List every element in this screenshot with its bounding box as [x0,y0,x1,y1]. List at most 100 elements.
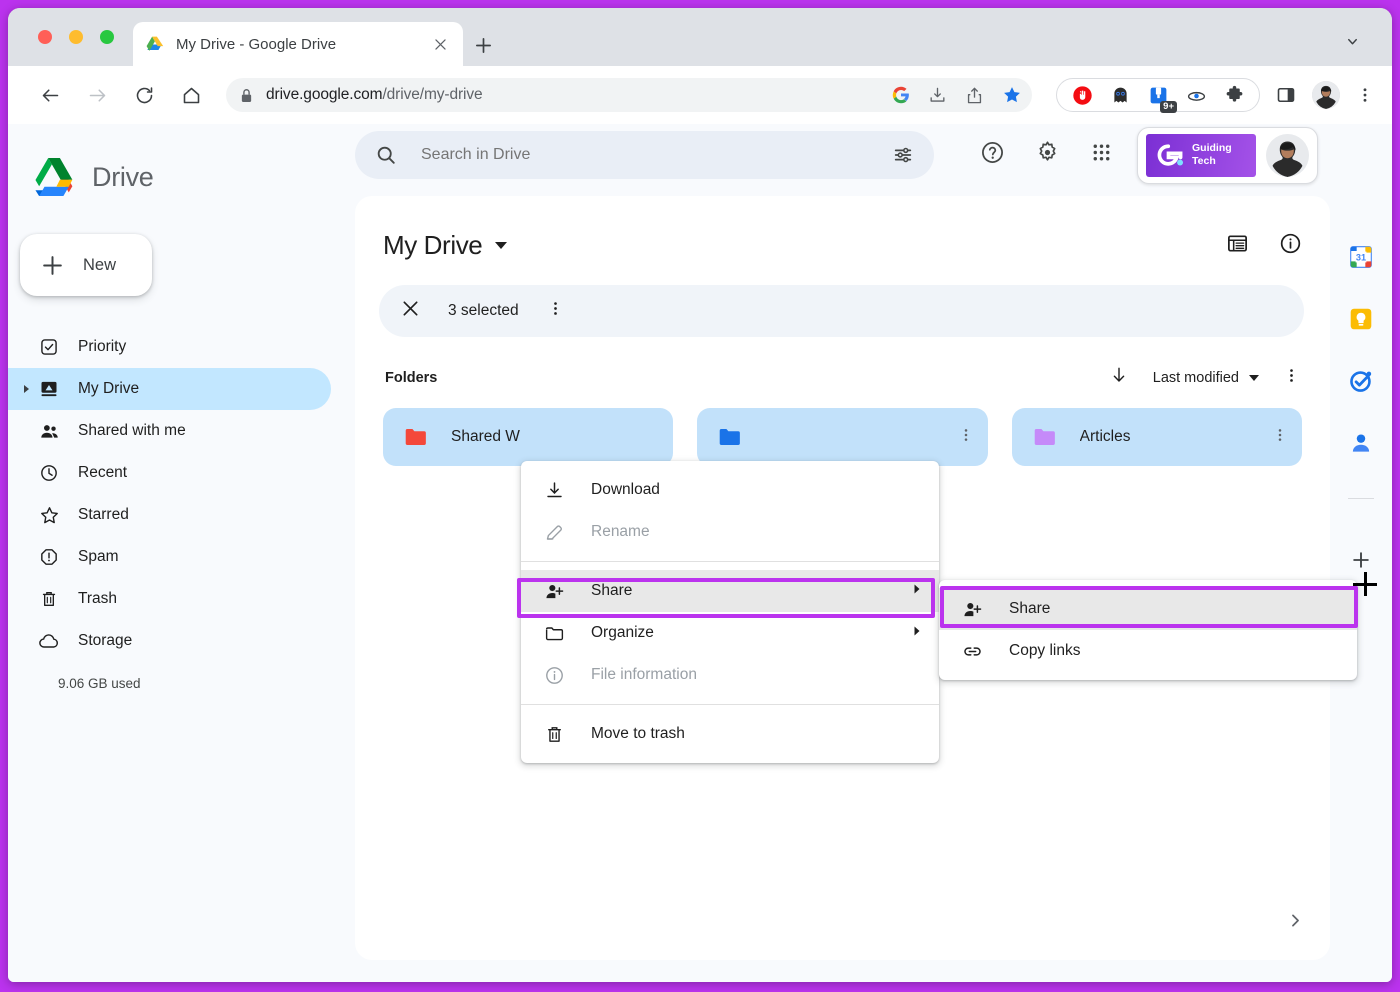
google-contacts-icon[interactable] [1348,430,1374,456]
account-switcher[interactable]: Guiding Tech [1137,126,1318,184]
sidebar-item-label: Storage [78,632,133,649]
new-tab-button[interactable] [470,32,496,58]
window-traffic-lights [38,30,114,44]
context-menu-item-download[interactable]: Download [521,469,939,511]
install-app-icon[interactable] [928,86,947,105]
side-panel-icon[interactable] [1276,85,1296,105]
close-icon[interactable] [401,299,420,323]
folder-card-articles[interactable]: Articles [1011,408,1302,466]
context-menu-item-label: Move to trash [591,725,685,742]
sidebar-item-label: Recent [78,464,128,481]
folder-icon [1034,428,1055,446]
puzzle-extensions-icon[interactable] [1223,84,1245,106]
gear-icon[interactable] [1035,140,1060,170]
share-icon[interactable] [965,86,984,105]
notes-extension-icon[interactable]: 9+ [1147,84,1177,113]
chevron-down-icon [1249,374,1259,381]
share-submenu[interactable]: Share Copy links [939,580,1357,680]
url-domain: drive.google.com [266,86,383,103]
context-menu-item-label: Organize [591,624,654,641]
sort-dropdown[interactable]: Last modified [1153,370,1259,386]
adblock-icon[interactable] [1071,84,1093,106]
submenu-item-label: Copy links [1009,642,1081,659]
folder-icon [405,428,426,446]
context-menu[interactable]: Download Rename Share Organize File info… [521,461,939,763]
lock-icon [240,88,253,103]
info-icon[interactable] [1279,232,1302,260]
drive-brand-label: Drive [92,161,154,192]
forward-button[interactable] [79,77,115,113]
bookmark-star-icon[interactable] [1002,85,1022,105]
google-keep-icon[interactable] [1348,306,1374,332]
maximize-window-button[interactable] [100,30,114,44]
close-icon[interactable] [429,33,451,55]
back-button[interactable] [32,77,68,113]
user-avatar[interactable] [1266,133,1309,177]
context-menu-item-share[interactable]: Share [521,570,939,612]
profile-avatar[interactable] [1312,81,1340,109]
submenu-item-copy-links[interactable]: Copy links [939,630,1357,672]
help-icon[interactable] [980,140,1005,170]
ghostery-icon[interactable] [1109,84,1131,106]
sidebar-item-label: Starred [78,506,129,523]
sidebar-item-spam[interactable]: Spam [8,536,331,578]
context-menu-item-move-to-trash[interactable]: Move to trash [521,713,939,755]
omnibox-actions [892,85,1022,105]
sidebar-item-starred[interactable]: Starred [8,494,331,536]
annotation-frame: My Drive - Google Drive drive.google.com… [0,0,1400,992]
search-options-icon[interactable] [892,144,914,166]
minimize-window-button[interactable] [69,30,83,44]
sidebar-item-priority[interactable]: Priority [8,326,331,368]
close-window-button[interactable] [38,30,52,44]
chrome-menu-icon[interactable] [1356,86,1374,104]
more-vert-icon[interactable] [1283,367,1300,389]
more-vert-icon[interactable] [547,300,564,322]
folder-grid: Shared W Articles [355,390,1330,466]
submenu-item-share[interactable]: Share [939,588,1357,630]
drive-brand[interactable]: Drive [8,146,355,208]
google-tasks-icon[interactable] [1348,368,1374,394]
eye-extension-icon[interactable] [1185,84,1207,106]
more-vert-icon[interactable] [1272,427,1288,448]
google-calendar-icon[interactable]: 31 [1348,244,1374,270]
context-menu-item-label: Rename [591,523,650,540]
sidebar-item-label: Priority [78,338,127,355]
priority-check-icon [38,336,60,358]
google-icon[interactable] [892,86,910,104]
google-drive-logo [35,158,73,196]
person-add-icon [543,580,565,602]
sidebar-item-trash[interactable]: Trash [8,578,331,620]
chevron-right-icon[interactable] [1287,912,1304,934]
folder-icon [720,428,741,446]
arrow-down-icon[interactable] [1109,365,1129,390]
list-view-icon[interactable] [1226,232,1249,260]
apps-grid-icon[interactable] [1090,141,1113,169]
search-icon[interactable] [375,144,397,166]
sidebar-item-shared-with-me[interactable]: Shared with me [8,410,331,452]
search-bar[interactable] [355,131,934,179]
new-button[interactable]: New [20,234,152,296]
sidebar-item-my-drive[interactable]: My Drive [8,368,331,410]
home-button[interactable] [173,77,209,113]
rename-pencil-icon [543,521,565,543]
expand-caret-icon[interactable] [24,385,29,393]
folder-card-shared[interactable]: Shared W [383,408,674,466]
chevron-down-icon[interactable] [1345,34,1360,54]
context-menu-item-label: Share [591,582,633,599]
sidebar-nav: Priority My Drive Shared with me Recent … [8,326,355,691]
person-add-icon [961,598,983,620]
more-vert-icon[interactable] [958,427,974,448]
trash-icon [543,723,565,745]
star-icon [38,504,60,526]
title-dropdown-caret-icon[interactable] [495,242,508,249]
badge-line1: Guiding [1192,141,1232,154]
search-input[interactable] [421,146,892,164]
sidebar-item-recent[interactable]: Recent [8,452,331,494]
address-bar[interactable]: drive.google.com/drive/my-drive [226,78,1032,112]
sidebar-item-storage[interactable]: Storage [8,620,331,662]
browser-tab[interactable]: My Drive - Google Drive [133,22,463,66]
context-menu-item-organize[interactable]: Organize [521,612,939,654]
folder-card-blue[interactable] [697,408,988,466]
browser-toolbar: drive.google.com/drive/my-drive 9+ [8,66,1392,124]
reload-button[interactable] [126,77,162,113]
